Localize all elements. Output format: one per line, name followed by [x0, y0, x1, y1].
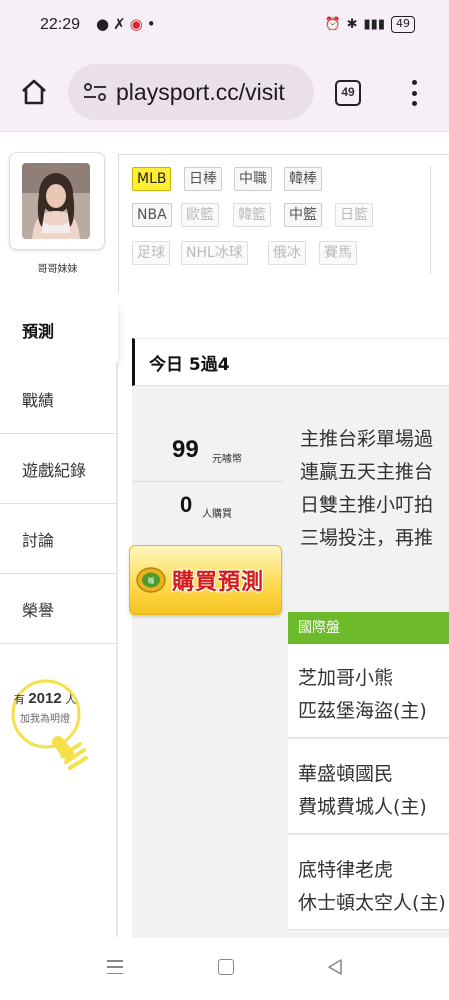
- league-tag-nhl[interactable]: NHL冰球: [181, 241, 248, 265]
- buyer-unit: 人購買: [202, 509, 232, 520]
- nav-item-predict[interactable]: 預測: [0, 296, 118, 364]
- nav-item-game-history[interactable]: 遊戲紀錄: [0, 434, 118, 504]
- lamp-caption[interactable]: 加我為明燈: [8, 710, 82, 725]
- status-time: 22:29: [40, 16, 81, 33]
- league-tag-euro-basket[interactable]: 歐籃: [181, 203, 219, 227]
- back-icon[interactable]: [326, 958, 344, 976]
- home-square-icon[interactable]: [218, 959, 234, 975]
- today-summary: 今日 5過4: [132, 338, 449, 386]
- match-row[interactable]: 芝加哥小熊 匹茲堡海盜(主): [288, 644, 449, 738]
- league-tag-nba[interactable]: NBA: [132, 203, 172, 227]
- league-tag-mlb[interactable]: MLB: [132, 167, 172, 191]
- section-header-international: 國際盤: [288, 612, 449, 644]
- battery-icon: 49: [391, 16, 415, 33]
- url-text: playsport.cc/visit: [116, 78, 285, 105]
- league-tag-cba[interactable]: 中籃: [284, 203, 322, 227]
- lamp-suffix: 人: [65, 693, 77, 706]
- description-line: 連贏五天主推台: [300, 461, 434, 483]
- profile-name[interactable]: 哥哥妹妹: [0, 260, 115, 275]
- match-row[interactable]: 底特律老虎 休士頓太空人(主): [288, 836, 449, 930]
- away-team: 華盛頓國民: [298, 763, 394, 785]
- league-tag-bleague[interactable]: 日籃: [335, 203, 373, 227]
- address-bar[interactable]: playsport.cc/visit: [68, 64, 314, 120]
- league-tag-horse-racing[interactable]: 賽馬: [319, 241, 357, 265]
- nav-item-discussion[interactable]: 討論: [0, 504, 118, 574]
- coin-icon: 噱: [136, 567, 166, 593]
- home-team: 費城費城人(主): [298, 796, 427, 818]
- description-line: 主推台彩單場過: [300, 428, 434, 450]
- home-team: 休士頓太空人(主): [298, 892, 446, 914]
- description-line: 三場投注，再推: [300, 527, 434, 549]
- recents-icon[interactable]: [107, 960, 123, 974]
- tab-switcher-button[interactable]: 49: [335, 80, 361, 106]
- side-nav: 預測 戰績 遊戲紀錄 討論 榮譽: [0, 296, 118, 644]
- lamp-count-number: 2012: [28, 690, 62, 707]
- match-row[interactable]: 華盛頓國民 費城費城人(主): [288, 740, 449, 834]
- nav-item-honor[interactable]: 榮譽: [0, 574, 118, 644]
- league-tag-soccer[interactable]: 足球: [132, 241, 170, 265]
- buy-prediction-label[interactable]: 購買預測: [172, 564, 264, 596]
- league-tag-khl[interactable]: 俄冰: [268, 241, 306, 265]
- home-icon[interactable]: [18, 76, 50, 108]
- browser-toolbar: playsport.cc/visit 49: [0, 52, 449, 132]
- stat-divider: [133, 481, 283, 482]
- svg-text:噱: 噱: [148, 576, 155, 585]
- panel-divider: [430, 166, 431, 274]
- red-app-icon: ◉: [129, 15, 147, 33]
- buyer-count: 0: [180, 492, 193, 517]
- site-settings-icon[interactable]: [82, 81, 108, 103]
- lamp-count: 有 2012 人: [8, 690, 82, 707]
- nav-item-record[interactable]: 戰績: [0, 364, 118, 434]
- lamp-prefix: 有: [13, 693, 25, 706]
- alarm-icon: ⏰: [324, 17, 341, 32]
- profile-card[interactable]: [9, 152, 105, 250]
- signal-icon: ▮▮▮: [363, 17, 385, 32]
- analyst-description: 主推台彩單場過 連贏五天主推台 日雙主推小叮拍 三場投注，再推: [300, 423, 449, 555]
- app-icon: ✗: [113, 15, 130, 33]
- league-tag-kbl[interactable]: 韓籃: [233, 203, 271, 227]
- chat-icon: ●: [96, 15, 114, 33]
- price-value: 99: [172, 436, 199, 463]
- price-unit: 元噱幣: [212, 454, 242, 465]
- league-tag-npb[interactable]: 日棒: [184, 167, 222, 191]
- nav-divider: [116, 362, 118, 937]
- avatar: [22, 163, 90, 239]
- overflow-menu-icon[interactable]: [404, 78, 424, 108]
- status-bar: 22:29 ●✗◉• ⏰ ✱ ▮▮▮ 49: [0, 0, 449, 52]
- away-team: 底特律老虎: [298, 859, 394, 881]
- system-icons: ⏰ ✱ ▮▮▮ 49: [324, 16, 415, 33]
- dot-icon: •: [146, 15, 160, 33]
- bluetooth-icon: ✱: [346, 17, 358, 32]
- league-tag-kbo[interactable]: 韓棒: [284, 167, 322, 191]
- league-tag-cpbl[interactable]: 中職: [234, 167, 272, 191]
- away-team: 芝加哥小熊: [298, 667, 394, 689]
- system-nav-bar: [0, 938, 449, 1000]
- home-team: 匹茲堡海盜(主): [298, 700, 427, 722]
- description-line: 日雙主推小叮拍: [300, 494, 434, 516]
- notification-icons: ●✗◉•: [96, 15, 160, 33]
